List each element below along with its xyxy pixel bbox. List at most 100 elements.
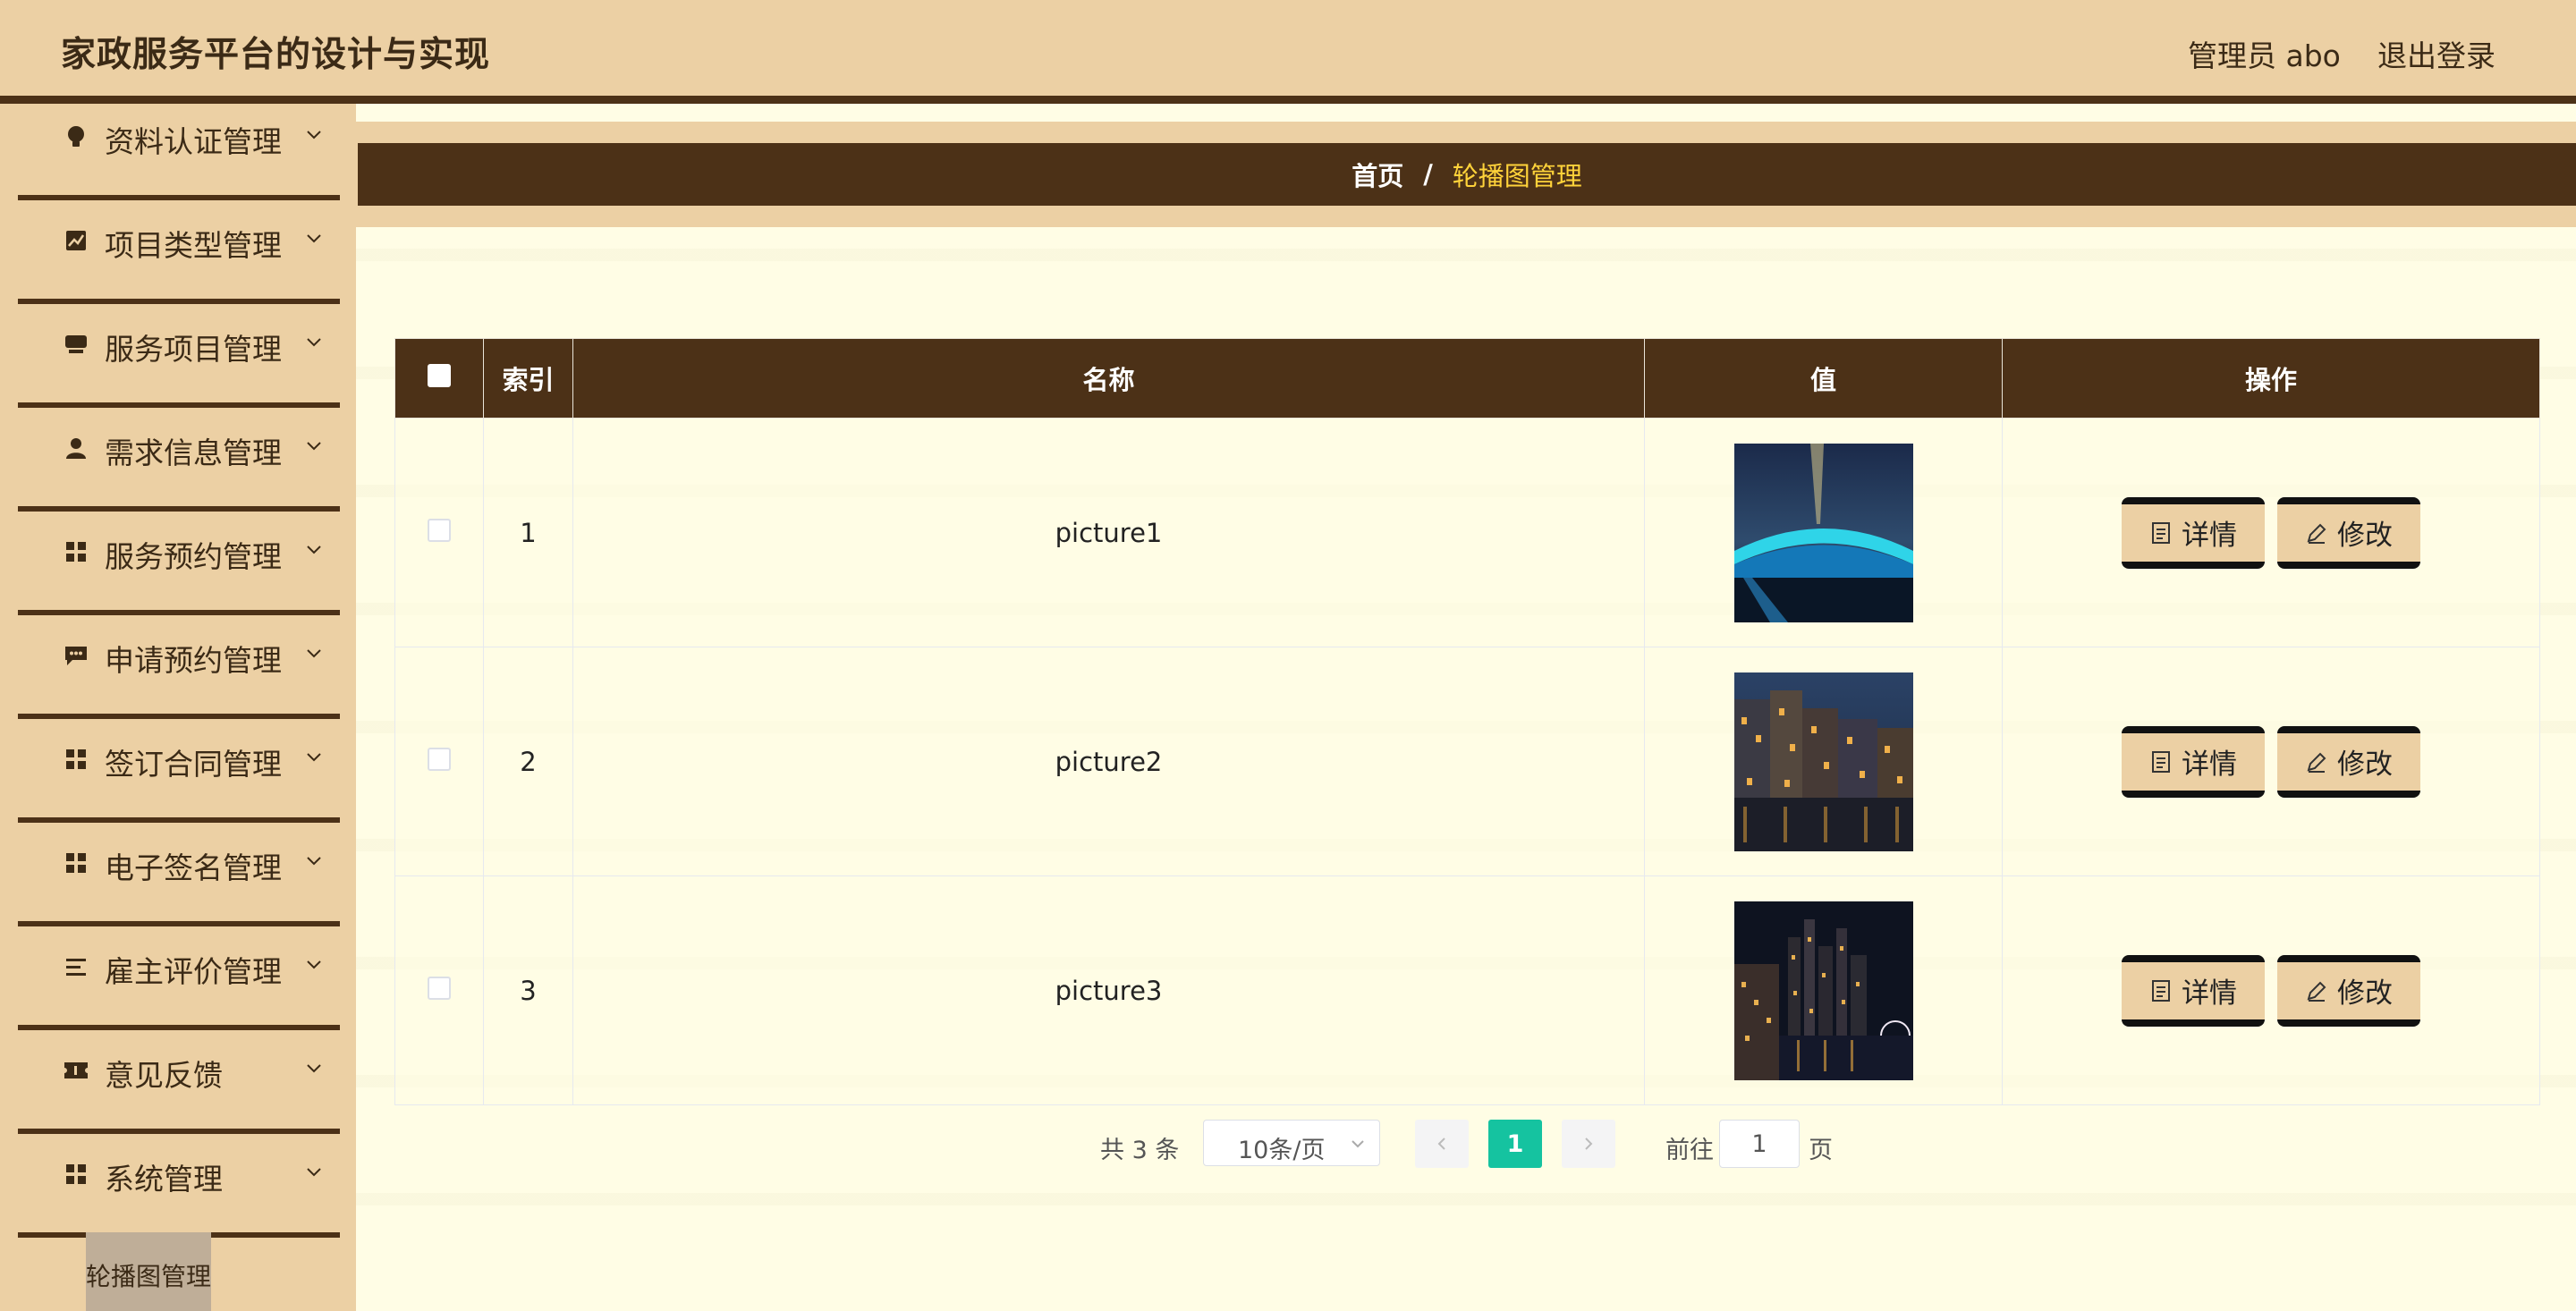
document-icon xyxy=(2152,979,2170,1002)
user-icon xyxy=(63,435,89,461)
edit-button[interactable]: 修改 xyxy=(2277,954,2420,1027)
grid-icon xyxy=(63,538,89,565)
logout-button[interactable]: 退出登录 xyxy=(2377,32,2496,75)
page-size-select[interactable]: 10条/页 xyxy=(1203,1120,1380,1166)
sidebar-item-label: 项目类型管理 xyxy=(105,228,282,263)
sidebar-item-label: 需求信息管理 xyxy=(105,436,282,470)
sidebar-item-employer-review[interactable]: 雇主评价管理 xyxy=(18,934,340,1030)
row-index: 1 xyxy=(483,418,573,647)
chevron-down-icon xyxy=(307,1064,321,1073)
page-size-value: 10条/页 xyxy=(1238,1137,1326,1164)
document-icon xyxy=(2152,521,2170,544)
ticket-icon xyxy=(63,1057,89,1084)
sidebar-item-label: 签订合同管理 xyxy=(105,747,282,782)
page-number-current[interactable]: 1 xyxy=(1488,1120,1542,1168)
detail-button[interactable]: 详情 xyxy=(2122,954,2265,1027)
sidebar-item-label: 服务项目管理 xyxy=(105,332,282,367)
column-header-value: 值 xyxy=(1644,338,2003,419)
goto-label: 前往 xyxy=(1665,1137,1714,1164)
chevron-left-icon xyxy=(1437,1138,1445,1150)
sidebar-item-label: 服务预约管理 xyxy=(105,539,282,574)
current-user: 管理员 abo xyxy=(2188,38,2341,73)
pencil-icon xyxy=(2307,523,2326,544)
sidebar: 资料认证管理 项目类型管理 服务项目管理 需求信息管理 服务预约管理 申请预约管… xyxy=(0,104,356,1311)
column-header-name: 名称 xyxy=(572,338,1645,419)
row-select-cell xyxy=(394,647,484,876)
carousel-table: 索引 名称 值 操作 1 picture1 详情 修改 2 picture2 详… xyxy=(394,338,2540,1105)
edit-button-label: 修改 xyxy=(2337,977,2393,1010)
row-image-cell xyxy=(1644,875,2003,1105)
sidebar-item-apply-booking[interactable]: 申请预约管理 xyxy=(18,622,340,719)
sidebar-item-e-signature[interactable]: 电子签名管理 xyxy=(18,830,340,926)
detail-button[interactable]: 详情 xyxy=(2122,496,2265,569)
edit-button-label: 修改 xyxy=(2337,520,2393,552)
breadcrumb-current: 轮播图管理 xyxy=(1452,161,1582,191)
detail-button[interactable]: 详情 xyxy=(2122,725,2265,798)
breadcrumb: 首页 / 轮播图管理 xyxy=(358,143,2576,206)
sidebar-item-project-type[interactable]: 项目类型管理 xyxy=(18,207,340,304)
column-header-actions: 操作 xyxy=(2002,338,2540,419)
row-index: 3 xyxy=(483,875,573,1105)
night-canal-houses-photo[interactable] xyxy=(1733,672,1913,851)
sidebar-item-system[interactable]: 系统管理 xyxy=(18,1141,340,1238)
row-select-cell xyxy=(394,875,484,1105)
breadcrumb-home-link[interactable]: 首页 xyxy=(1352,156,1403,193)
pencil-icon xyxy=(2307,752,2326,773)
content-top-strip xyxy=(356,104,2576,122)
chevron-down-icon xyxy=(307,649,321,658)
grid-icon xyxy=(63,746,89,773)
grid-icon xyxy=(63,850,89,876)
page-word-label: 页 xyxy=(1809,1137,1833,1164)
detail-button-label: 详情 xyxy=(2182,520,2237,552)
sidebar-item-label: 雇主评价管理 xyxy=(105,954,282,989)
sidebar-item-label: 资料认证管理 xyxy=(105,124,282,159)
breadcrumb-separator: / xyxy=(1423,159,1433,190)
sidebar-item-feedback[interactable]: 意见反馈 xyxy=(18,1037,340,1134)
select-all-cell xyxy=(394,338,484,419)
app-title: 家政服务平台的设计与实现 xyxy=(61,35,491,75)
chevron-down-icon xyxy=(307,546,321,554)
chevron-down-icon xyxy=(307,338,321,347)
row-name: picture3 xyxy=(572,875,1645,1105)
row-actions: 详情 修改 xyxy=(2002,647,2540,876)
sidebar-item-label: 申请预约管理 xyxy=(105,643,282,678)
sidebar-item-label: 电子签名管理 xyxy=(105,850,282,885)
edit-button[interactable]: 修改 xyxy=(2277,496,2420,569)
chevron-down-icon xyxy=(307,234,321,243)
sidebar-item-service-project[interactable]: 服务项目管理 xyxy=(18,311,340,408)
row-name: picture1 xyxy=(572,418,1645,647)
row-image-cell xyxy=(1644,418,2003,647)
pagination: 共 3 条 10条/页 1 前往 页 xyxy=(1100,1118,1995,1171)
row-checkbox[interactable] xyxy=(428,976,451,1000)
sidebar-item-demand-info[interactable]: 需求信息管理 xyxy=(18,415,340,512)
sidebar-item-contract[interactable]: 签订合同管理 xyxy=(18,726,340,823)
select-all-checkbox[interactable] xyxy=(428,364,451,387)
document-icon xyxy=(2152,750,2170,773)
night-city-skyline-photo[interactable] xyxy=(1733,901,1913,1080)
chevron-down-icon xyxy=(307,753,321,762)
row-image-cell xyxy=(1644,647,2003,876)
detail-button-label: 详情 xyxy=(2182,749,2237,781)
row-name: picture2 xyxy=(572,647,1645,876)
night-bridge-photo[interactable] xyxy=(1733,443,1913,622)
chevron-down-icon xyxy=(1352,1140,1364,1148)
pencil-icon xyxy=(2307,981,2326,1002)
edit-button[interactable]: 修改 xyxy=(2277,725,2420,798)
goto-page-input[interactable] xyxy=(1719,1120,1800,1168)
table-row: 1 picture1 详情 修改 xyxy=(394,418,2540,647)
table-row: 3 picture3 详情 修改 xyxy=(394,875,2540,1105)
sidebar-item-service-booking[interactable]: 服务预约管理 xyxy=(18,519,340,615)
next-page-button[interactable] xyxy=(1562,1120,1615,1168)
prev-page-button[interactable] xyxy=(1415,1120,1469,1168)
sidebar-subitem-carousel[interactable]: 轮播图管理 xyxy=(86,1232,211,1311)
row-checkbox[interactable] xyxy=(428,518,451,542)
sidebar-item-profile-verify[interactable]: 资料认证管理 xyxy=(18,104,340,200)
pagination-total: 共 3 条 xyxy=(1100,1137,1180,1164)
row-select-cell xyxy=(394,418,484,647)
row-actions: 详情 修改 xyxy=(2002,875,2540,1105)
chart-icon xyxy=(63,227,89,254)
sidebar-item-label: 意见反馈 xyxy=(105,1058,223,1093)
row-checkbox[interactable] xyxy=(428,747,451,771)
row-index: 2 xyxy=(483,647,573,876)
chevron-down-icon xyxy=(307,857,321,866)
